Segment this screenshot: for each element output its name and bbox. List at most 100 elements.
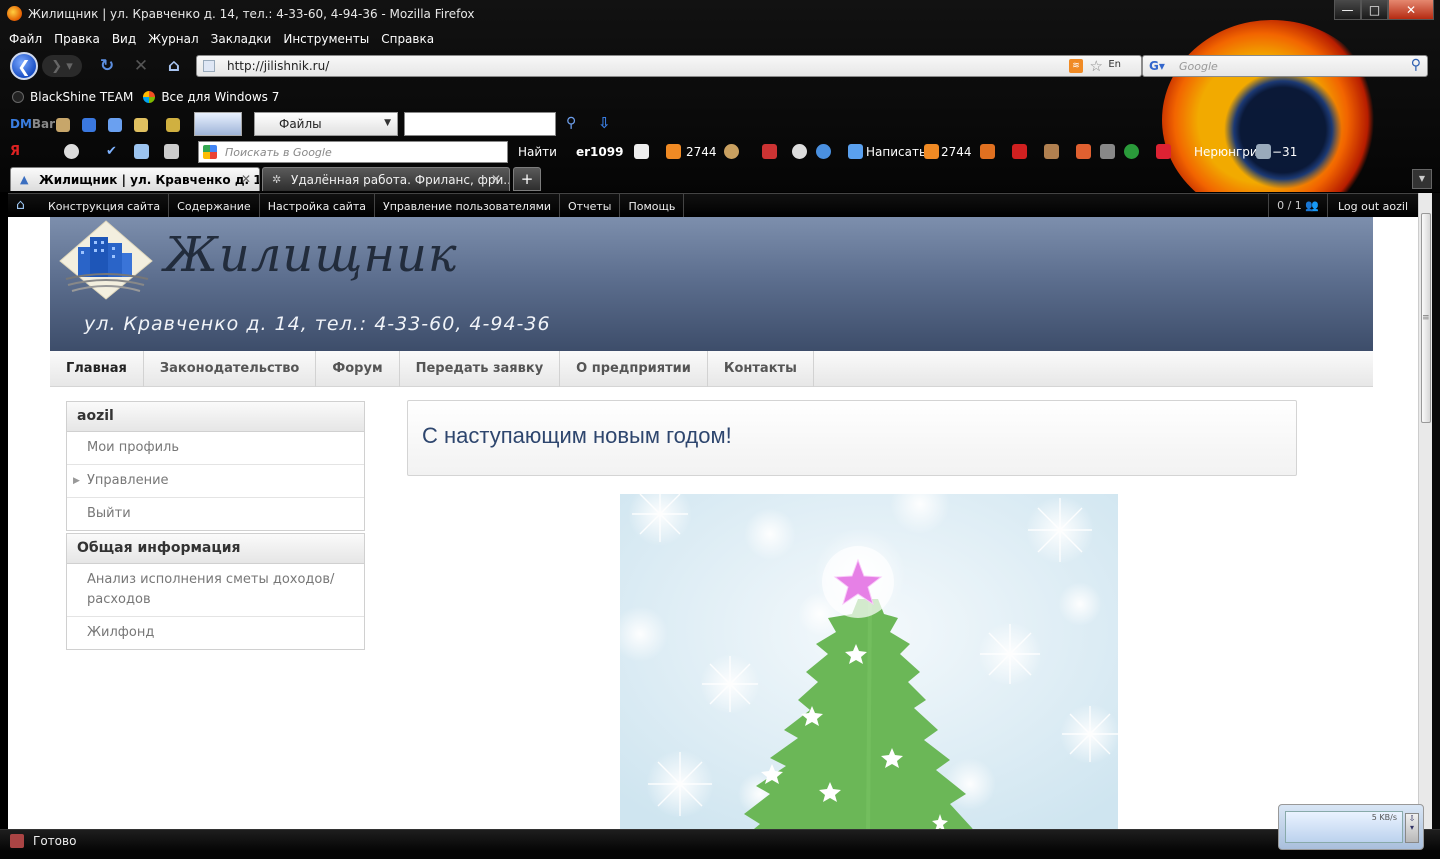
admin-link-users[interactable]: Управление пользователями	[375, 194, 561, 218]
mail-count[interactable]: 2744	[686, 145, 717, 159]
menu-view[interactable]: Вид	[112, 32, 136, 46]
management-link[interactable]: ▶ Управление	[67, 465, 364, 498]
menu-edit[interactable]: Правка	[54, 32, 100, 46]
nav-home[interactable]: Главная	[50, 351, 144, 387]
box-icon[interactable]	[1044, 144, 1059, 159]
housing-stock-link[interactable]: Жилфонд	[67, 617, 364, 649]
new-tab-button[interactable]: +	[513, 167, 541, 191]
nav-forum[interactable]: Форум	[316, 351, 400, 387]
tab-freelance[interactable]: ✲ Удалённая работа. Фриланс, фри... ✕	[262, 167, 510, 191]
my-profile-link[interactable]: Мои профиль	[67, 432, 364, 465]
download-speed-widget[interactable]: 5 KB/s ⇩ ▾	[1278, 804, 1424, 850]
budget-analysis-link[interactable]: Анализ исполнения сметы доходов/расходов	[67, 564, 364, 617]
mail-count-icon[interactable]	[666, 144, 681, 159]
nav-contacts[interactable]: Контакты	[708, 351, 814, 387]
calendar-icon[interactable]	[1012, 144, 1027, 159]
plus-icon[interactable]	[82, 118, 96, 132]
translate-icon[interactable]	[134, 144, 149, 159]
windows-tool-icon[interactable]	[108, 118, 122, 132]
site-name[interactable]: Жилищник	[164, 227, 458, 283]
users-online-counter[interactable]: 0 / 1 👥	[1268, 194, 1327, 218]
gallery-icon[interactable]	[164, 144, 179, 159]
stumble-icon[interactable]	[1124, 144, 1139, 159]
stop-icon[interactable]: ✕	[130, 55, 152, 77]
menu-file[interactable]: Файл	[9, 32, 42, 46]
dm-tool-icon[interactable]	[56, 118, 70, 132]
puzzle-icon[interactable]	[166, 118, 180, 132]
download-arrows-icon[interactable]: ⇩ ▾	[1405, 813, 1419, 843]
weather-city[interactable]: Нерюнгри	[1194, 145, 1258, 159]
search-input[interactable]: Google	[1179, 60, 1218, 73]
home-icon[interactable]: ⌂	[163, 55, 185, 77]
logout-menu-link[interactable]: Выйти	[67, 498, 364, 530]
language-indicator[interactable]: En	[1108, 59, 1121, 70]
admin-link-help[interactable]: Помощь	[620, 194, 685, 218]
menu-bookmarks[interactable]: Закладки	[211, 32, 272, 46]
admin-home-icon[interactable]: ⌂	[16, 197, 25, 213]
dm-widget[interactable]	[194, 112, 242, 136]
target-icon[interactable]	[816, 144, 831, 159]
screen-icon[interactable]	[1100, 144, 1115, 159]
mail-icon[interactable]	[634, 144, 649, 159]
admin-link-content[interactable]: Содержание	[169, 194, 260, 218]
flower-icon[interactable]	[724, 144, 739, 159]
mail-count-2[interactable]: 2744	[941, 145, 972, 159]
dm-search-input[interactable]	[404, 112, 556, 136]
tab-jilishnik[interactable]: ▲ Жилищник | ул. Кравченко д. 1... ✕	[10, 167, 260, 191]
app-icon[interactable]	[762, 144, 777, 159]
forward-button[interactable]: ❯ ▾	[42, 55, 82, 77]
nav-submit-request[interactable]: Передать заявку	[400, 351, 561, 387]
bookmark-star-icon[interactable]: ☆	[1090, 57, 1103, 75]
menu-help[interactable]: Справка	[381, 32, 434, 46]
site-logo-icon[interactable]	[58, 219, 154, 301]
mail-count-icon[interactable]	[924, 144, 939, 159]
menu-history[interactable]: Журнал	[148, 32, 199, 46]
check-icon[interactable]: ✔	[106, 144, 117, 159]
url-text[interactable]: http://jilishnik.ru/	[227, 59, 329, 73]
admin-link-settings[interactable]: Настройка сайта	[260, 194, 375, 218]
download-icon[interactable]: ⇩	[598, 114, 611, 132]
logout-link[interactable]: Log out aozil	[1326, 194, 1418, 218]
weather-temperature[interactable]: −31	[1272, 145, 1297, 159]
admin-link-structure[interactable]: Конструкция сайта	[40, 194, 170, 218]
menu-tools[interactable]: Инструменты	[283, 32, 369, 46]
yandex-username[interactable]: er1099	[576, 145, 623, 159]
write-icon[interactable]	[848, 144, 863, 159]
weather-icon[interactable]	[1256, 144, 1271, 159]
puzzle-icon[interactable]	[1076, 144, 1091, 159]
write-button[interactable]: Написать	[866, 145, 926, 159]
nav-about[interactable]: О предприятии	[560, 351, 708, 387]
minimize-button[interactable]: —	[1334, 0, 1361, 20]
nav-legislation[interactable]: Законодательство	[144, 351, 317, 387]
reload-icon[interactable]: ↻	[96, 55, 118, 77]
google-engine-icon[interactable]: G▾	[1149, 59, 1165, 73]
close-tab-icon[interactable]: ✕	[491, 172, 501, 186]
bookmark-blackshine[interactable]: BlackShine TEAM	[12, 90, 133, 104]
gear-icon[interactable]	[792, 144, 807, 159]
files-dropdown[interactable]: Файлы	[254, 112, 398, 136]
home-tool-icon[interactable]	[134, 118, 148, 132]
find-button[interactable]: Найти	[518, 145, 557, 159]
yandex-logo[interactable]: Я	[10, 144, 20, 159]
admin-link-reports[interactable]: Отчеты	[560, 194, 621, 218]
back-button[interactable]: ❮	[10, 52, 38, 80]
search-icon[interactable]: ⚲	[1411, 57, 1421, 73]
maximize-button[interactable]: □	[1361, 0, 1388, 20]
bookmark-windows7[interactable]: Все для Windows 7	[143, 90, 279, 104]
close-tab-icon[interactable]: ✕	[241, 172, 251, 186]
search-icon[interactable]: ⚲	[566, 115, 576, 131]
search-bar[interactable]: G▾ Google ⚲	[1142, 55, 1428, 77]
rss-feed-icon[interactable]: ≋	[1069, 59, 1083, 73]
google-search-placeholder[interactable]: Поискать в Google	[225, 146, 332, 159]
page-scrollbar[interactable]: ≡	[1418, 193, 1432, 829]
google-search-field[interactable]: Поискать в Google	[198, 141, 508, 163]
tab-list-button[interactable]: ▼	[1412, 169, 1432, 189]
gift-icon[interactable]	[980, 144, 995, 159]
dmbar-logo[interactable]: DMBar	[10, 117, 55, 131]
flag-icon[interactable]	[1156, 144, 1171, 159]
url-bar[interactable]: http://jilishnik.ru/ ≋ ☆ En	[196, 55, 1142, 77]
site-identity-icon[interactable]	[203, 60, 215, 72]
status-icon[interactable]	[10, 834, 24, 848]
close-button[interactable]: ✕	[1388, 0, 1434, 20]
chat-icon[interactable]	[64, 144, 79, 159]
